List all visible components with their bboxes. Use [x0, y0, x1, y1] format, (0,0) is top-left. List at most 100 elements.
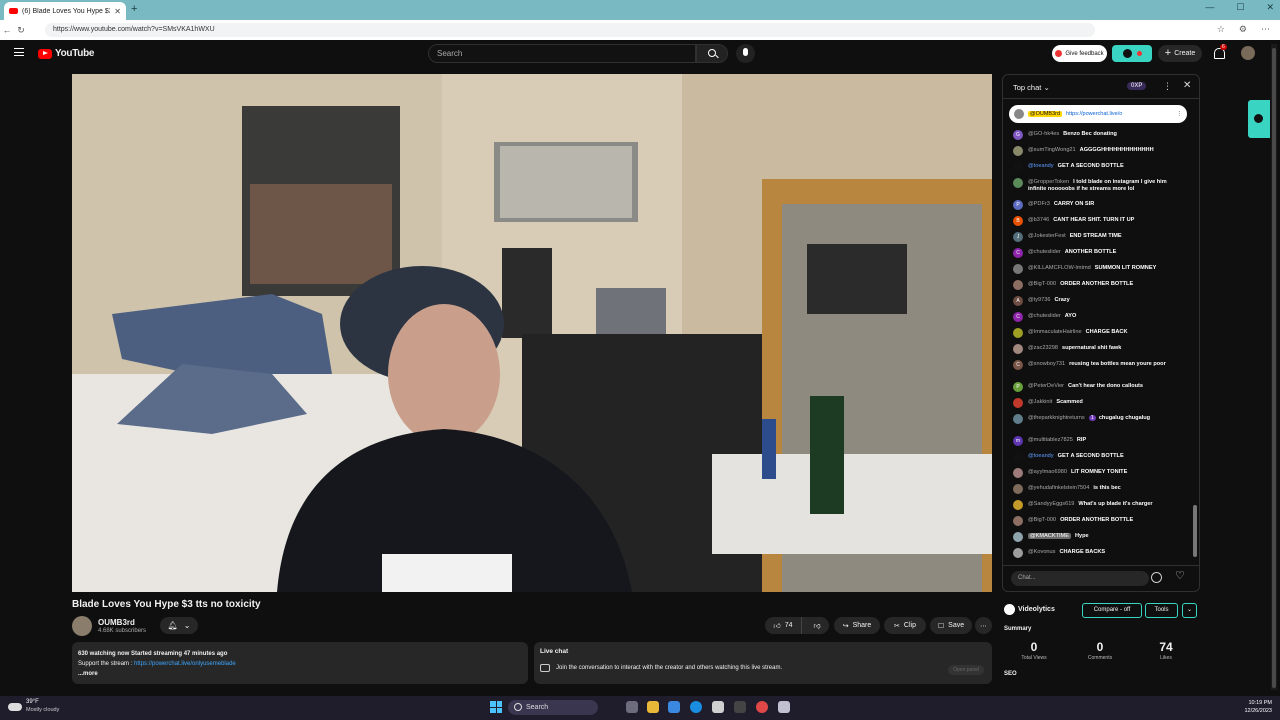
- chat-author[interactable]: @JokesterFest: [1028, 233, 1066, 239]
- chat-message[interactable]: @KMACKTIME Hype: [1013, 532, 1185, 542]
- xp-badge[interactable]: 0XP: [1127, 82, 1147, 90]
- pinned-link[interactable]: https://powerchat.live/o: [1066, 111, 1172, 117]
- chat-author[interactable]: @snowboy731: [1028, 361, 1065, 367]
- chat-message[interactable]: P @PeterDeVier Can't hear the dono callout…: [1013, 382, 1185, 392]
- store-icon[interactable]: [668, 701, 680, 713]
- chat-message[interactable]: J @JokesterFest END STREAM TIME: [1013, 232, 1185, 242]
- browser-menu-icon[interactable]: ⋯: [1261, 24, 1270, 35]
- chat-message[interactable]: @ayylmao6980 LIT ROMNEY TONITE: [1013, 468, 1185, 478]
- account-avatar[interactable]: [1241, 46, 1255, 60]
- chrome-icon[interactable]: [756, 701, 768, 713]
- taskbar-clock[interactable]: 10:19 PM 12/26/2023: [1244, 699, 1272, 715]
- search-button[interactable]: [696, 44, 728, 63]
- maximize-icon[interactable]: ☐: [1236, 2, 1244, 13]
- chat-message[interactable]: @Kovonus CHARGE BACKS: [1013, 548, 1185, 558]
- chat-message[interactable]: @toeandy GET A SECOND BOTTLE: [1013, 452, 1185, 462]
- taskbar-search[interactable]: Search: [508, 700, 598, 715]
- chat-author[interactable]: @SandyyEggs619: [1028, 501, 1074, 507]
- new-tab-icon[interactable]: +: [131, 3, 137, 15]
- close-chat-icon[interactable]: ✕: [1183, 80, 1191, 91]
- chat-message[interactable]: @KILLAMCFLOW-lmtmd SUMMON LIT ROMNEY: [1013, 264, 1185, 274]
- videolytics-collapse-icon[interactable]: ⌄: [1182, 603, 1197, 618]
- chat-avatar[interactable]: m: [1013, 436, 1023, 446]
- chat-avatar[interactable]: C: [1013, 360, 1023, 370]
- share-button[interactable]: ↪ Share: [834, 617, 880, 634]
- chat-message[interactable]: G @GO-hk4es Benzo Bec donating: [1013, 130, 1185, 140]
- chat-message[interactable]: @zac23298 supernatural shit fawk: [1013, 344, 1185, 354]
- create-button[interactable]: + Create: [1158, 45, 1202, 62]
- refresh-icon[interactable]: ↻: [14, 25, 28, 36]
- extensions-icon[interactable]: ⚙: [1239, 24, 1247, 35]
- chat-avatar[interactable]: P: [1013, 382, 1023, 392]
- weather-cloud-icon[interactable]: [8, 700, 22, 712]
- channel-name[interactable]: OUMB3rd: [98, 618, 135, 627]
- edge-browser-icon[interactable]: [690, 701, 702, 713]
- chat-avatar[interactable]: B: [1013, 216, 1023, 226]
- chat-avatar[interactable]: [1013, 500, 1023, 510]
- chat-message[interactable]: @sumTingWong21 AGGGGHHHHHHHHHHHHH: [1013, 146, 1185, 156]
- file-explorer-icon[interactable]: [647, 701, 659, 713]
- subscription-bell-button[interactable]: 🔔︎ ⌄: [160, 617, 198, 634]
- chat-author[interactable]: @ayylmao6980: [1028, 469, 1067, 475]
- chat-avatar[interactable]: J: [1013, 232, 1023, 242]
- chat-avatar[interactable]: [1013, 264, 1023, 274]
- page-scrollbar-thumb[interactable]: [1272, 48, 1276, 688]
- chat-author[interactable]: @BigT-000: [1028, 517, 1056, 523]
- app-icon[interactable]: [712, 701, 724, 713]
- chat-options-icon[interactable]: ⋮: [1163, 81, 1172, 92]
- chat-avatar[interactable]: [1013, 452, 1023, 462]
- like-button[interactable]: 👍︎ 74: [765, 617, 802, 634]
- pinned-message[interactable]: @OUMB3rd https://powerchat.live/o ⋮: [1009, 105, 1187, 123]
- description-box[interactable]: 630 watching now Started streaming 47 mi…: [72, 642, 528, 684]
- open-panel-button[interactable]: Open panel: [948, 665, 984, 675]
- chat-message[interactable]: A @ty9736 Crazy: [1013, 296, 1185, 306]
- chat-author[interactable]: @chuteslider: [1028, 313, 1061, 319]
- chat-author[interactable]: @chuteslider: [1028, 249, 1061, 255]
- chat-avatar[interactable]: C: [1013, 312, 1023, 322]
- chat-author[interactable]: @KILLAMCFLOW-lmtmd: [1028, 265, 1091, 271]
- chat-avatar[interactable]: [1013, 414, 1023, 424]
- chat-author[interactable]: @sumTingWong21: [1028, 147, 1076, 153]
- compare-toggle-button[interactable]: Compare - off: [1082, 603, 1142, 618]
- chat-message[interactable]: @ImmaculateHairline CHARGE BACK: [1013, 328, 1185, 338]
- clip-button[interactable]: ✂ Clip: [884, 617, 926, 634]
- chat-message[interactable]: @GropperToken I told blade on instagram I…: [1013, 178, 1185, 193]
- chat-author[interactable]: @yehudafinkelstein7504: [1028, 485, 1089, 491]
- description-more-link[interactable]: ...more: [78, 669, 522, 679]
- video-player[interactable]: [72, 74, 992, 592]
- chat-input[interactable]: Chat...: [1011, 571, 1149, 586]
- chat-author[interactable]: @toeandy: [1028, 163, 1054, 169]
- pinned-options-icon[interactable]: ⋮: [1177, 111, 1183, 117]
- chat-message[interactable]: @BigT-000 ORDER ANOTHER BOTTLE: [1013, 280, 1185, 290]
- chat-author[interactable]: @zac23298: [1028, 345, 1058, 351]
- task-view-icon[interactable]: [626, 701, 638, 713]
- chat-avatar[interactable]: [1013, 398, 1023, 408]
- chat-avatar[interactable]: [1013, 484, 1023, 494]
- chat-scrollbar[interactable]: [1193, 505, 1197, 557]
- notepad-icon[interactable]: [778, 701, 790, 713]
- chat-avatar[interactable]: [1013, 516, 1023, 526]
- chat-author[interactable]: @KMACKTIME: [1028, 533, 1071, 539]
- voice-search-mic-icon[interactable]: [736, 44, 755, 63]
- tools-button[interactable]: Tools: [1145, 603, 1178, 618]
- minimize-icon[interactable]: —: [1205, 2, 1214, 13]
- chat-avatar[interactable]: G: [1013, 130, 1023, 140]
- bookmark-star-icon[interactable]: ☆: [1217, 24, 1225, 35]
- youtube-logo[interactable]: YouTube: [38, 48, 95, 59]
- url-field[interactable]: https://www.youtube.com/watch?v=SMsVKA1h…: [45, 23, 1095, 37]
- capcut-icon[interactable]: [734, 701, 746, 713]
- chat-author[interactable]: @ty9736: [1028, 297, 1050, 303]
- chat-message-list[interactable]: G @GO-hk4es Benzo Bec donating @sumTingWong…: [1003, 129, 1199, 563]
- chat-author[interactable]: @toeandy: [1028, 453, 1054, 459]
- chat-author[interactable]: @b3746: [1028, 217, 1049, 223]
- heart-icon[interactable]: ♡: [1175, 569, 1185, 582]
- chat-author[interactable]: @multitablez7825: [1028, 437, 1073, 443]
- chat-avatar[interactable]: [1013, 548, 1023, 558]
- extension-side-tab[interactable]: [1248, 100, 1270, 138]
- chat-avatar[interactable]: C: [1013, 248, 1023, 258]
- close-window-icon[interactable]: ✕: [1266, 2, 1274, 13]
- give-feedback-button[interactable]: Give feedback: [1052, 45, 1107, 62]
- chat-message[interactable]: m @multitablez7825 RIP: [1013, 436, 1185, 446]
- chat-message[interactable]: B @b3746 CANT HEAR SHIT. TURN IT UP: [1013, 216, 1185, 226]
- chat-avatar[interactable]: [1013, 280, 1023, 290]
